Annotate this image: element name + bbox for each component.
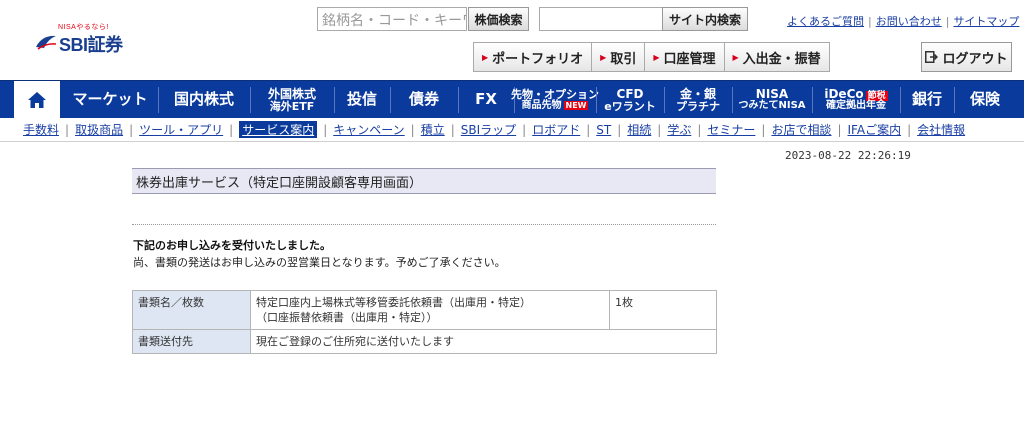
nav-home[interactable] (14, 81, 60, 119)
document-name-line2: （口座振替依頼書（出庫用・特定）） (256, 311, 438, 324)
subnav-st[interactable]: ST (596, 123, 611, 137)
nav-insurance[interactable]: 保険 (956, 81, 1014, 119)
red-triangle-icon: ▶ (653, 52, 660, 62)
page-title: 株券出庫サービス（特定口座開設顧客専用画面） (132, 168, 716, 194)
logout-button[interactable]: ログアウト (921, 42, 1012, 72)
page-timestamp: 2023-08-22 22:26:19 (785, 149, 911, 162)
subnav-service-guide[interactable]: サービス案内 (239, 121, 318, 138)
nav-nisa[interactable]: NISA つみたてNISA (734, 81, 810, 119)
main-navigation: マーケット 国内株式 外国株式 海外ETF 投信 債券 FX 先物・オプション 商品… (0, 80, 1024, 119)
subnav-seminar[interactable]: セミナー (707, 121, 755, 138)
account-management-button[interactable]: ▶ 口座管理 (644, 42, 724, 72)
nav-fx[interactable]: FX (460, 81, 512, 119)
nav-ideco[interactable]: iDeCo 節税 確定拠出年金 (814, 81, 898, 119)
nav-cfd[interactable]: CFD eワラント (598, 81, 662, 119)
red-triangle-icon: ▶ (732, 52, 739, 62)
subnav-ifa-guide[interactable]: IFAご案内 (848, 121, 902, 138)
subnav-fees[interactable]: 手数料 (23, 121, 59, 138)
logout-icon (925, 51, 939, 63)
completion-message: 下記のお申し込みを受付いたしました。 (133, 239, 331, 252)
nav-bonds[interactable]: 債券 (392, 81, 456, 119)
subnav-robo-advisor[interactable]: ロボアド (532, 121, 580, 138)
nav-gold-silver[interactable]: 金・銀 プラチナ (666, 81, 730, 119)
contact-link[interactable]: お問い合わせ (876, 15, 942, 28)
dotted-divider (132, 224, 716, 225)
nav-bank[interactable]: 銀行 (902, 81, 952, 119)
destination-cell: 現在ご登録のご住所宛に送付いたします (250, 329, 717, 354)
site-search-input[interactable] (539, 7, 663, 31)
row-header-destination: 書類送付先 (132, 329, 251, 354)
red-triangle-icon: ▶ (482, 52, 489, 62)
application-result-table: 書類名／枚数 特定口座内上場株式等移管委託依頼書（出庫用・特定） （口座振替依頼… (132, 290, 717, 354)
logo-brand-text: SBI証券 (59, 35, 123, 55)
nav-market[interactable]: マーケット (64, 81, 156, 119)
faq-link[interactable]: よくあるご質問 (787, 15, 864, 28)
top-utility-links: よくあるご質問 | お問い合わせ | サイトマップ (787, 15, 1020, 28)
stock-search-input[interactable]: 銘柄名・コード・キーワード (317, 7, 467, 31)
document-name-cell: 特定口座内上場株式等移管委託依頼書（出庫用・特定） （口座振替依頼書（出庫用・特… (250, 290, 610, 330)
subnav-company-info[interactable]: 会社情報 (917, 121, 965, 138)
sbi-logo[interactable]: NISAやるなら! SBI証券 (34, 22, 144, 56)
subnav-learn[interactable]: 学ぶ (667, 121, 691, 138)
subnav-campaign[interactable]: キャンペーン (333, 121, 404, 138)
account-tool-buttons: ▶ ポートフォリオ ▶ 取引 ▶ 口座管理 ▶ 入出金・振替 (473, 42, 830, 72)
stock-search-button[interactable]: 株価検索 (468, 7, 529, 31)
subnav-accumulation[interactable]: 積立 (421, 121, 445, 138)
shipping-note: 尚、書類の発送はお申し込みの翌営業日となります。予めご了承ください。 (133, 256, 506, 269)
table-row: 書類送付先 現在ご登録のご住所宛に送付いたします (132, 329, 717, 354)
subnav-tools-apps[interactable]: ツール・アプリ (139, 121, 223, 138)
subnav-sbi-wrap[interactable]: SBIラップ (461, 121, 516, 138)
nav-futures-options[interactable]: 先物・オプション 商品先物 NEW (511, 81, 599, 119)
subnav-inheritance[interactable]: 相続 (627, 121, 651, 138)
red-triangle-icon: ▶ (600, 52, 607, 62)
table-row: 書類名／枚数 特定口座内上場株式等移管委託依頼書（出庫用・特定） （口座振替依頼… (132, 290, 717, 330)
site-search-button[interactable]: サイト内検索 (662, 7, 748, 31)
document-name-line1: 特定口座内上場株式等移管委託依頼書（出庫用・特定） (256, 296, 531, 309)
subnav-store-consult[interactable]: お店で相談 (771, 121, 831, 138)
nav-foreign-stocks[interactable]: 外国株式 海外ETF (252, 81, 332, 119)
document-count-cell: 1枚 (609, 290, 717, 330)
subnav-products[interactable]: 取扱商品 (75, 121, 123, 138)
row-header-document-name: 書類名／枚数 (132, 290, 251, 330)
sub-navigation: 手数料 | 取扱商品 | ツール・アプリ | サービス案内 | キャンペーン | 積立 | … (0, 118, 1024, 142)
site-header: NISAやるなら! SBI証券 銘柄名・コード・キーワード 株価検索 サイト内検… (0, 0, 1024, 78)
portfolio-button[interactable]: ▶ ポートフォリオ (473, 42, 592, 72)
sbi-mark-icon (36, 35, 57, 50)
new-badge: NEW (563, 100, 589, 110)
nav-investment-trusts[interactable]: 投信 (336, 81, 388, 119)
home-icon (28, 92, 46, 108)
sitemap-link[interactable]: サイトマップ (953, 15, 1019, 28)
nav-domestic-stocks[interactable]: 国内株式 (160, 81, 248, 119)
trade-button[interactable]: ▶ 取引 (591, 42, 645, 72)
deposit-transfer-button[interactable]: ▶ 入出金・振替 (723, 42, 830, 72)
